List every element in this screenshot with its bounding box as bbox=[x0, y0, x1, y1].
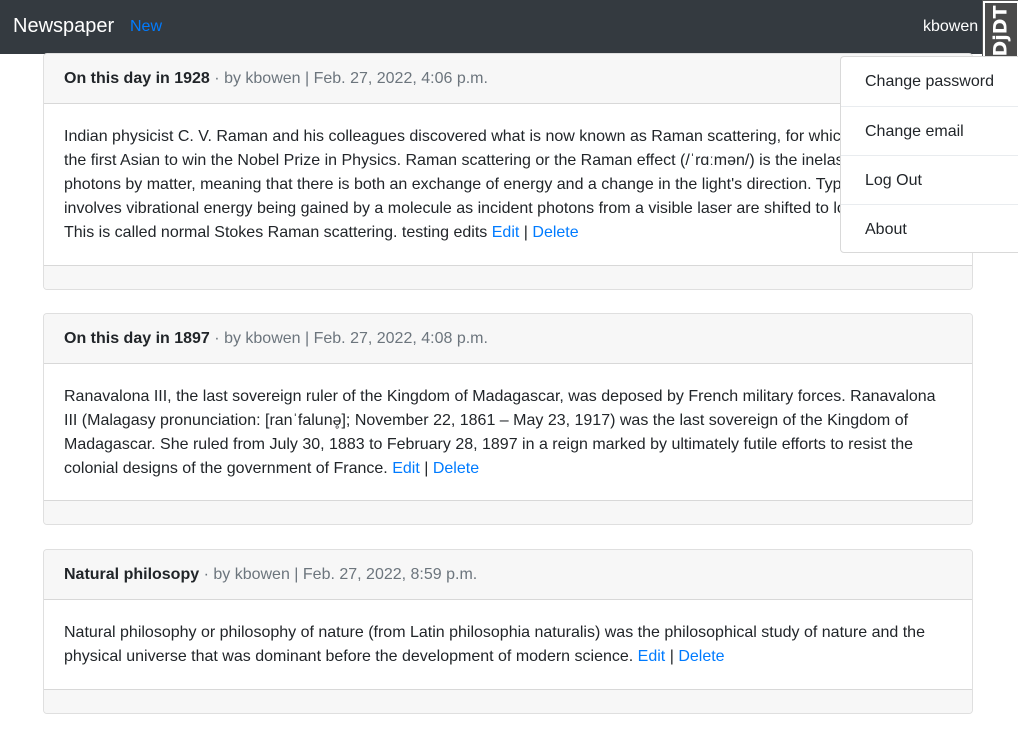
action-separator: | bbox=[669, 648, 674, 665]
user-menu-toggle[interactable]: kbowen bbox=[923, 17, 978, 37]
menu-item-about[interactable]: About bbox=[841, 204, 1018, 253]
article-footer bbox=[44, 265, 972, 289]
article-body: Ranavalona III, the last sovereign ruler… bbox=[44, 385, 972, 481]
article-body: Natural philosophy or philosophy of natu… bbox=[44, 621, 972, 669]
brand-link[interactable]: Newspaper bbox=[13, 13, 114, 39]
menu-item-change-password[interactable]: Change password bbox=[841, 57, 1018, 106]
djdt-label: DjDT bbox=[990, 5, 1012, 57]
edit-link[interactable]: Edit bbox=[638, 648, 666, 665]
user-dropdown-menu: Change password Change email Log Out Abo… bbox=[840, 56, 1018, 253]
article-card: On this day in 1897 · by kbowen | Feb. 2… bbox=[43, 313, 973, 525]
article-text: Ranavalona III, the last sovereign ruler… bbox=[64, 388, 936, 477]
article-footer bbox=[44, 500, 972, 524]
article-body: Indian physicist C. V. Raman and his col… bbox=[44, 125, 972, 245]
article-dot: · bbox=[214, 70, 220, 87]
article-meta: by kbowen | Feb. 27, 2022, 8:59 p.m. bbox=[213, 566, 478, 583]
article-header: On this day in 1897 · by kbowen | Feb. 2… bbox=[44, 314, 972, 364]
article-dot: · bbox=[214, 330, 220, 347]
navbar: Newspaper New kbowen bbox=[0, 0, 1018, 54]
article-dot: · bbox=[203, 566, 209, 583]
article-title: On this day in 1928 bbox=[64, 70, 210, 87]
article-text: Natural philosophy or philosophy of natu… bbox=[64, 624, 925, 665]
article-meta: by kbowen | Feb. 27, 2022, 4:06 p.m. bbox=[224, 70, 488, 87]
action-separator: | bbox=[523, 224, 528, 241]
delete-link[interactable]: Delete bbox=[433, 460, 479, 477]
new-article-link[interactable]: New bbox=[130, 17, 162, 37]
menu-item-log-out[interactable]: Log Out bbox=[841, 155, 1018, 204]
edit-link[interactable]: Edit bbox=[392, 460, 420, 477]
delete-link[interactable]: Delete bbox=[678, 648, 724, 665]
edit-link[interactable]: Edit bbox=[492, 224, 520, 241]
article-title: On this day in 1897 bbox=[64, 330, 210, 347]
article-footer bbox=[44, 689, 972, 713]
article-title: Natural philosopy bbox=[64, 566, 200, 583]
delete-link[interactable]: Delete bbox=[532, 224, 578, 241]
article-card: On this day in 1928 · by kbowen | Feb. 2… bbox=[43, 53, 973, 290]
article-card: Natural philosopy · by kbowen | Feb. 27,… bbox=[43, 549, 973, 714]
article-header: Natural philosopy · by kbowen | Feb. 27,… bbox=[44, 550, 972, 600]
action-separator: | bbox=[424, 460, 429, 477]
article-header: On this day in 1928 · by kbowen | Feb. 2… bbox=[44, 54, 972, 104]
djdt-logo-icon: DjDT bbox=[985, 3, 1017, 59]
article-meta: by kbowen | Feb. 27, 2022, 4:08 p.m. bbox=[224, 330, 488, 347]
menu-item-change-email[interactable]: Change email bbox=[841, 106, 1018, 155]
debug-toolbar-handle[interactable]: DjDT bbox=[982, 0, 1018, 63]
